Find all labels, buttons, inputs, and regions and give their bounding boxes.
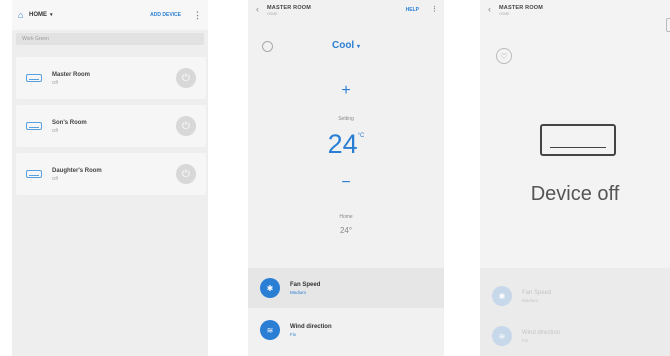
air-conditioner-icon (26, 170, 42, 178)
air-conditioner-icon (26, 122, 42, 130)
option-name: Wind direction (290, 323, 332, 330)
option-name: Fan Speed (522, 289, 552, 296)
power-icon: ⏻ (182, 120, 190, 132)
fan-speed-option: ✱ Fan Speed Medium (480, 276, 670, 316)
option-name: Wind direction (522, 329, 561, 336)
wind-direction-option[interactable]: ≋ Wind direction Fix (248, 310, 444, 350)
setting-unit: °C (357, 133, 365, 139)
option-value: Medium (522, 297, 539, 303)
help-button[interactable]: HELP (406, 7, 419, 13)
wind-direction-icon: ≋ (260, 320, 280, 340)
power-button[interactable]: ⏻ (176, 164, 196, 184)
add-device-button[interactable]: ADD DEVICE (150, 12, 181, 18)
option-value: Fix (290, 331, 296, 337)
wind-direction-option: ≋ Wind direction Fix (480, 316, 670, 356)
favorite-icon[interactable]: ♡ (496, 48, 512, 64)
back-icon[interactable]: ‹ (488, 5, 491, 14)
room-name: Daughter's Room (52, 167, 102, 174)
device-off-status: Device off (530, 183, 620, 205)
room-status: Off (52, 79, 58, 85)
power-icon: ⏻ (182, 72, 190, 84)
off-header: ‹ MASTER ROOM HOME (480, 0, 670, 26)
control-header: ‹ MASTER ROOM HOME HELP ⋮ (248, 0, 444, 26)
setting-temperature: 24°C (248, 129, 444, 160)
wind-direction-icon: ≋ (492, 326, 512, 346)
setting-label: Setting (338, 116, 354, 122)
list-header: ⌂ HOME ▾ ADD DEVICE ⋮ (12, 0, 208, 30)
fan-speed-option[interactable]: ✱ Fan Speed Medium (248, 268, 444, 308)
mode-selector[interactable]: Cool ▾ (248, 40, 444, 51)
room-card[interactable]: Daughter's Room Off ⏻ (16, 153, 206, 195)
power-icon: ⏻ (182, 168, 190, 180)
chevron-down-icon: ▾ (50, 12, 53, 18)
more-menu-icon[interactable]: ⋮ (193, 10, 202, 21)
fan-icon: ✱ (260, 278, 280, 298)
room-card[interactable]: Master Room Off ⏻ (16, 57, 206, 99)
power-button[interactable]: ⏻ (176, 68, 196, 88)
air-conditioner-icon (26, 74, 42, 82)
room-card[interactable]: Son's Room Off ⏻ (16, 105, 206, 147)
chevron-down-icon: ▾ (356, 44, 360, 50)
fan-icon: ✱ (492, 286, 512, 306)
more-menu-icon[interactable]: ⋮ (431, 5, 438, 13)
room-name: Son's Room (52, 119, 87, 126)
more-menu-icon[interactable] (666, 18, 670, 32)
room-status: Off (52, 175, 58, 181)
room-name: Master Room (52, 71, 91, 78)
search-field[interactable]: Work Green (16, 33, 204, 45)
temperature-up-button[interactable]: + (248, 82, 444, 100)
home-selector[interactable]: ⌂ HOME ▾ (18, 10, 53, 20)
device-control-screen: ‹ MASTER ROOM HOME HELP ⋮ Cool ▾ + Setti… (248, 0, 444, 356)
option-value: Fix (522, 337, 528, 343)
temperature-down-button[interactable]: − (248, 174, 444, 192)
air-conditioner-icon (540, 124, 616, 156)
back-icon[interactable]: ‹ (256, 5, 259, 14)
option-value: Medium (290, 289, 307, 295)
home-icon: ⌂ (18, 10, 24, 20)
home-temp-value: 24° (339, 226, 353, 235)
device-list-screen: ⌂ HOME ▾ ADD DEVICE ⋮ Work Green Master … (12, 0, 208, 356)
room-subtitle: HOME (267, 12, 278, 16)
home-temp-label: Home (339, 214, 353, 220)
room-status: Off (52, 127, 58, 133)
power-button[interactable]: ⏻ (176, 116, 196, 136)
room-title: MASTER ROOM (499, 5, 544, 11)
room-subtitle: HOME (499, 12, 510, 16)
setting-value: 24 (327, 129, 358, 159)
option-name: Fan Speed (290, 281, 321, 288)
home-label: HOME (29, 12, 47, 18)
device-off-screen: ‹ MASTER ROOM HOME ♡ Device off ✱ Fan Sp… (480, 0, 670, 356)
room-title: MASTER ROOM (267, 5, 312, 11)
mode-label: Cool (331, 40, 355, 51)
